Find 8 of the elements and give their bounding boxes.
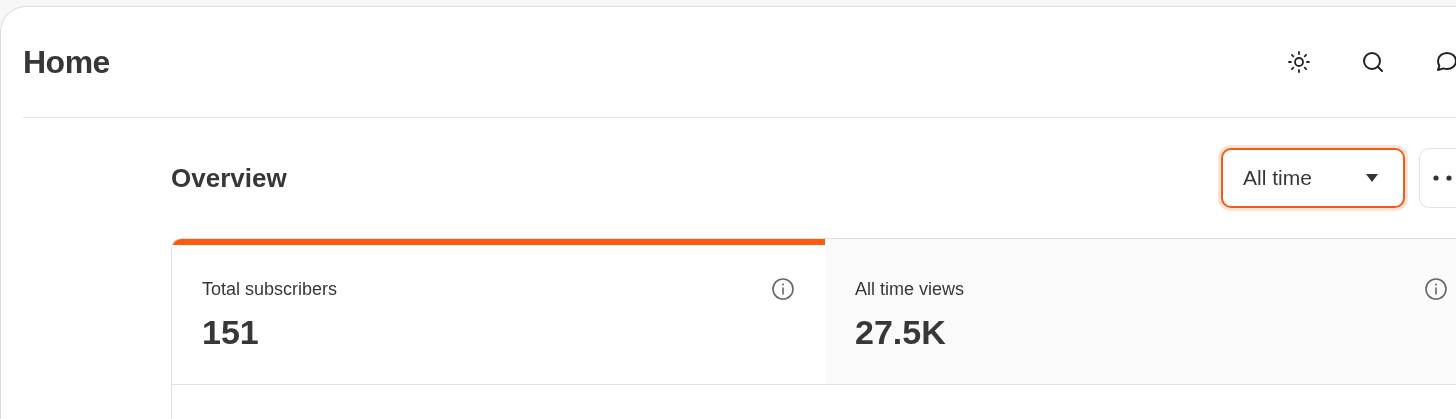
stat-value: 27.5K <box>855 313 947 352</box>
stat-label: Total subscribers <box>202 278 338 300</box>
stat-value: 151 <box>202 313 260 352</box>
period-dropdown[interactable]: All time <box>1221 148 1405 208</box>
page-title: Home <box>23 43 111 81</box>
stat-tab[interactable]: All time views 27.5K <box>825 239 1456 384</box>
stat-label: All time views <box>855 278 965 300</box>
section-title: Overview <box>171 162 288 194</box>
